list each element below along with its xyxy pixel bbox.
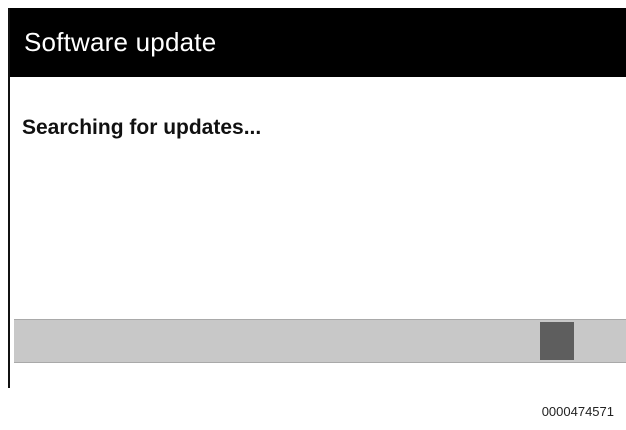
progress-indicator bbox=[540, 322, 574, 360]
figure-code: 0000474571 bbox=[541, 404, 614, 419]
progress-bar bbox=[14, 319, 626, 363]
window-title: Software update bbox=[24, 27, 217, 57]
figure: Software update Searching for updates...… bbox=[0, 0, 626, 430]
software-update-screen: Software update Searching for updates... bbox=[8, 8, 626, 388]
status-message: Searching for updates... bbox=[22, 116, 262, 139]
title-bar: Software update bbox=[10, 8, 626, 77]
